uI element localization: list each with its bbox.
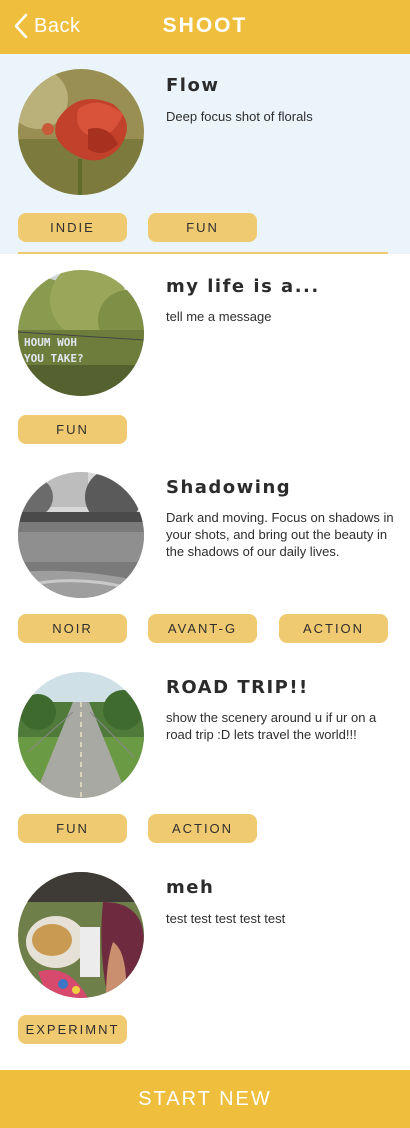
tag-indie[interactable]: INDIE	[18, 213, 127, 242]
card-title: Shadowing	[166, 477, 292, 498]
card-title: my life is a...	[166, 276, 320, 297]
tag-avant-g[interactable]: AVANT-G	[148, 614, 257, 643]
card-thumbnail	[18, 672, 144, 798]
card-description: test test test test test	[166, 911, 286, 926]
card-description: Deep focus shot of florals	[166, 109, 313, 124]
shoot-card-road-trip[interactable]: ROAD TRIP!! show the scenery around u if…	[0, 654, 410, 854]
shoot-card-meh[interactable]: meh test test test test test EXPERIMNT	[0, 854, 410, 1070]
tag-fun[interactable]: FUN	[148, 213, 257, 242]
tag-action[interactable]: ACTION	[148, 814, 257, 843]
app-header: Back SHOOT	[0, 0, 410, 54]
tag-noir[interactable]: NOIR	[18, 614, 127, 643]
shoot-card-flow[interactable]: Flow Deep focus shot of florals INDIE FU…	[0, 54, 410, 254]
card-thumbnail	[18, 872, 144, 998]
card-thumbnail: HOUM WOH YOU TAKE?	[18, 270, 144, 396]
start-new-button[interactable]: START NEW	[0, 1070, 410, 1128]
card-thumbnail	[18, 69, 144, 195]
tag-fun[interactable]: FUN	[18, 814, 127, 843]
card-description: Dark and moving. Focus on shadows in you…	[166, 510, 394, 559]
card-title: Flow	[166, 75, 220, 96]
tag-experimnt[interactable]: EXPERIMNT	[18, 1015, 127, 1044]
card-description: tell me a message	[166, 309, 272, 324]
image-caption-line-1: HOUM WOH	[24, 336, 77, 349]
page-title: SHOOT	[162, 14, 248, 37]
tag-action[interactable]: ACTION	[279, 614, 388, 643]
card-title: meh	[166, 877, 215, 898]
image-caption-line-2: YOU TAKE?	[24, 352, 84, 365]
card-title: ROAD TRIP!!	[166, 677, 309, 698]
shoot-card-my-life[interactable]: HOUM WOH YOU TAKE? my life is a... tell …	[0, 254, 410, 454]
card-description: show the scenery around u if ur on a roa…	[166, 710, 377, 742]
tag-fun[interactable]: FUN	[18, 415, 127, 444]
card-thumbnail	[18, 472, 144, 598]
shoot-card-shadowing[interactable]: Shadowing Dark and moving. Focus on shad…	[0, 454, 410, 654]
